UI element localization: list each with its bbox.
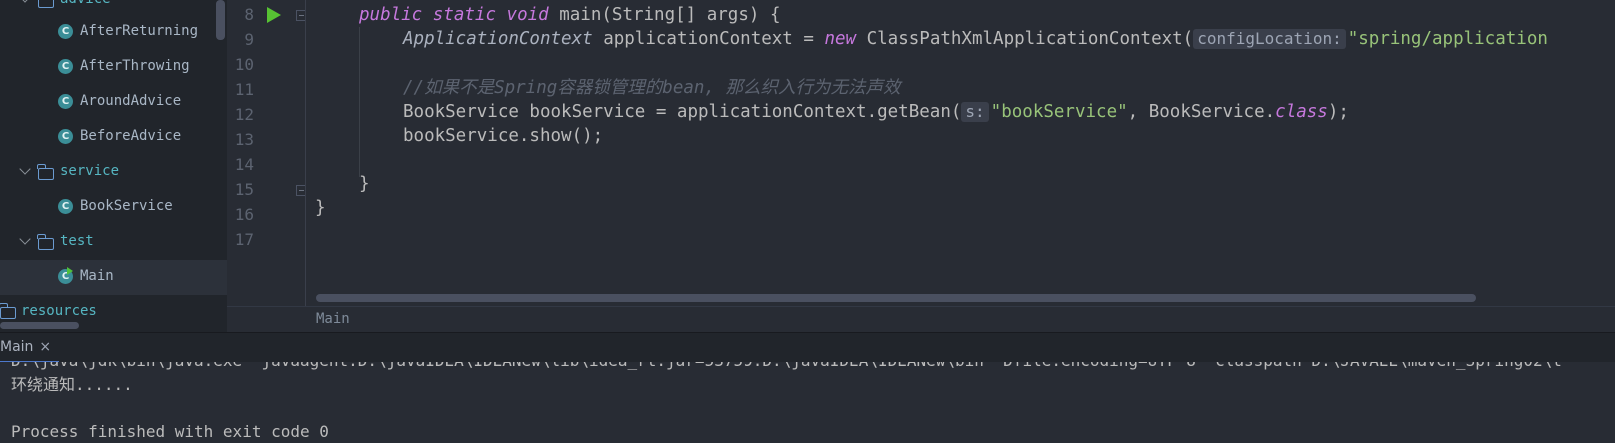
line-number: 10 (234, 55, 254, 74)
parameter-hint: s: (961, 102, 989, 122)
class-icon: C (58, 59, 73, 74)
chevron-down-icon[interactable] (19, 233, 31, 245)
code-line-13: bookService.show(); (403, 126, 604, 146)
class-icon: C (58, 199, 73, 214)
breadcrumb: Main (227, 306, 1615, 332)
tree-item-aroundadvice[interactable]: C AroundAdvice (0, 85, 227, 120)
breadcrumb-item[interactable]: Main (316, 311, 350, 327)
console-line: Process finished with exit code 0 (11, 422, 329, 441)
code-editor[interactable]: public static void main(String[] args) {… (306, 0, 1615, 306)
code-line-16: } (315, 198, 326, 218)
line-number: 11 (234, 80, 254, 99)
run-tab-label: Main (0, 339, 34, 355)
code-line-11: //如果不是Spring容器锁管理的bean, 那么织入行为无法声效 (403, 78, 901, 98)
tree-folder-test[interactable]: test (0, 225, 227, 260)
line-number: 17 (234, 230, 254, 249)
folder-icon (0, 303, 16, 319)
line-number: 13 (234, 130, 254, 149)
runnable-class-icon: C (58, 267, 73, 284)
class-icon: C (58, 129, 73, 144)
close-icon[interactable]: × (39, 339, 51, 355)
chevron-down-icon[interactable] (19, 0, 31, 3)
code-line-12: BookService bookService = applicationCon… (403, 102, 1349, 122)
project-tree: advice C AfterReturning C AfterThrowing … (0, 0, 227, 332)
tree-vertical-scrollbar[interactable] (216, 0, 225, 40)
folder-icon (37, 234, 54, 250)
parameter-hint: configLocation: (1193, 29, 1346, 49)
editor-gutter: 8 9 10 11 12 13 14 15 16 17 (227, 0, 307, 306)
chevron-down-icon[interactable] (19, 163, 31, 175)
tree-item-main[interactable]: C Main (0, 260, 227, 295)
line-number: 15 (234, 180, 254, 199)
code-line-15: } (359, 174, 370, 194)
tree-item-bookservice[interactable]: C BookService (0, 190, 227, 225)
line-number: 14 (234, 155, 254, 174)
line-number: 12 (234, 105, 254, 124)
run-console[interactable]: D:\java\jdk\bin\java.exe -javaagent:D:\j… (0, 362, 1615, 443)
tree-item-afterreturning[interactable]: C AfterReturning (0, 15, 227, 50)
editor-horizontal-scrollbar[interactable] (316, 294, 1476, 302)
code-line-9: ApplicationContext applicationContext = … (403, 29, 1548, 49)
indent-guide (359, 27, 360, 177)
line-number: 16 (234, 205, 254, 224)
line-number: 9 (244, 30, 254, 49)
run-tab-main[interactable]: Main × (0, 333, 60, 363)
console-line: D:\java\jdk\bin\java.exe -javaagent:D:\j… (11, 362, 1562, 371)
line-number: 8 (244, 5, 254, 24)
tree-horizontal-scrollbar[interactable] (0, 322, 79, 329)
run-tool-window-header: Main × (0, 332, 1615, 363)
tree-item-afterthrowing[interactable]: C AfterThrowing (0, 50, 227, 85)
tree-folder-service[interactable]: service (0, 155, 227, 190)
run-main-icon[interactable] (267, 7, 281, 23)
folder-icon (38, 0, 54, 8)
class-icon: C (58, 24, 73, 39)
class-icon: C (58, 94, 73, 109)
code-line-8: public static void main(String[] args) { (359, 5, 781, 25)
folder-icon (37, 164, 54, 180)
tree-item-beforeadvice[interactable]: C BeforeAdvice (0, 120, 227, 155)
console-line: 环绕通知...... (11, 375, 133, 394)
run-badge-icon (67, 267, 73, 275)
